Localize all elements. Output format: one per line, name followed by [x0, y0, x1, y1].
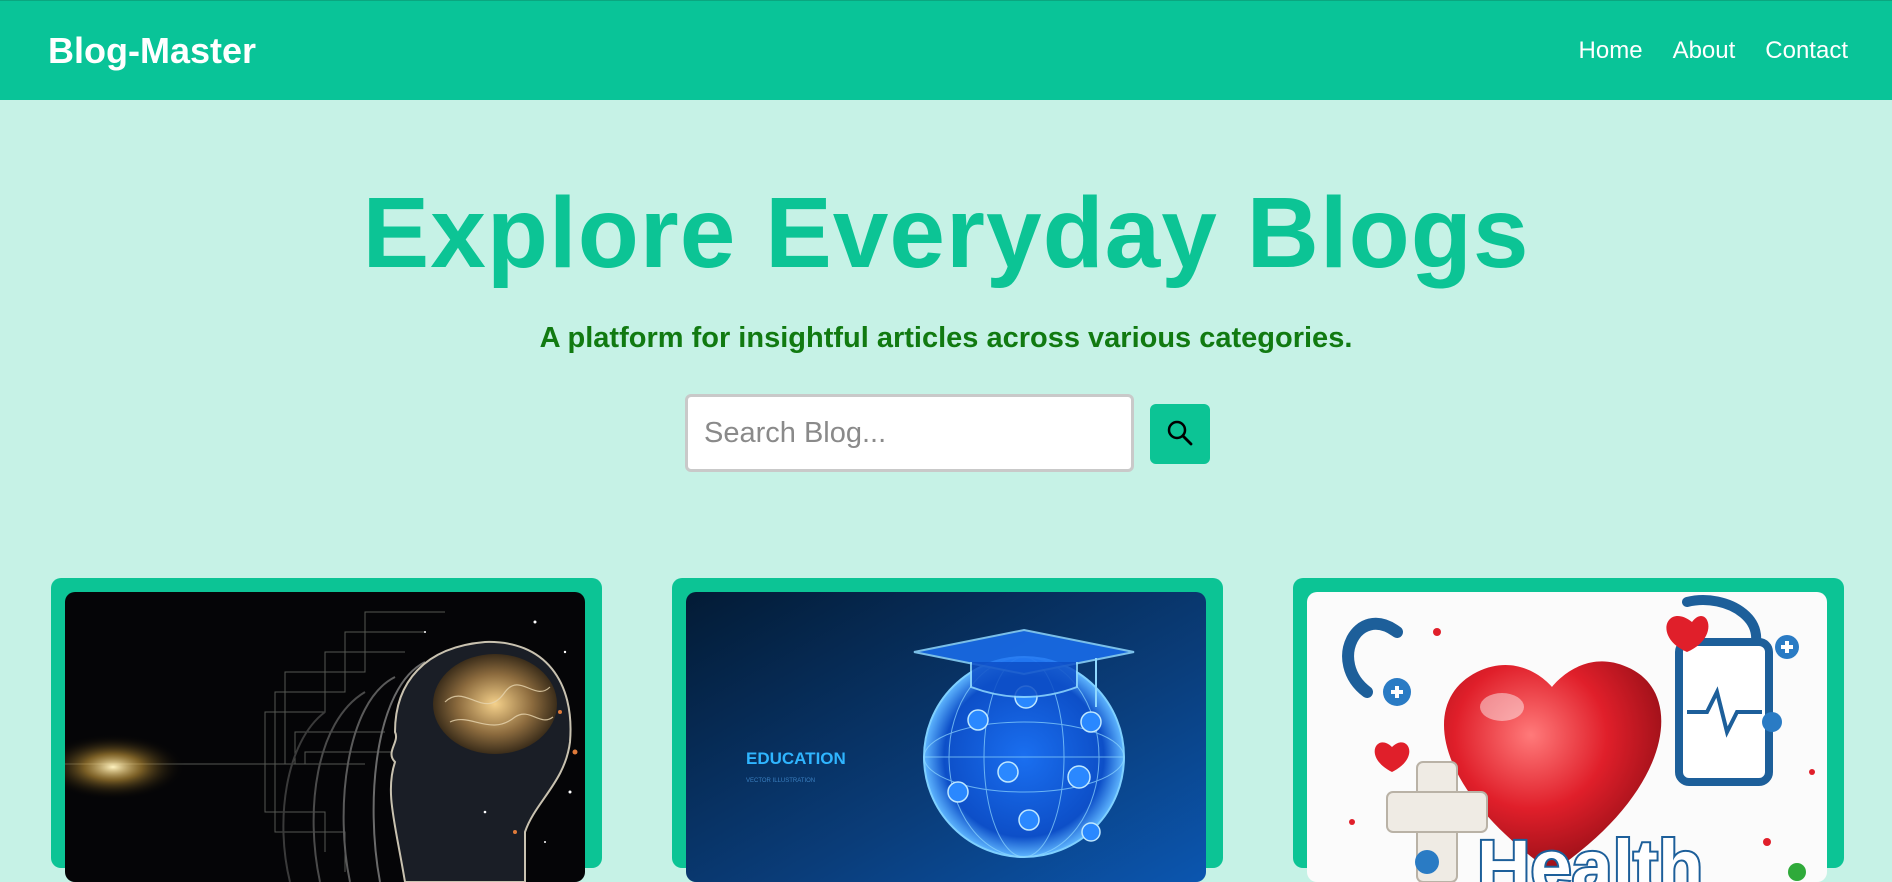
brand-logo[interactable]: Blog-Master — [48, 30, 256, 72]
ai-brain-image[interactable] — [65, 592, 585, 882]
education-image-label: EDUCATION — [746, 749, 846, 768]
search-input[interactable] — [685, 394, 1134, 472]
nav-links: Home About Contact — [1579, 37, 1848, 65]
blog-card-health[interactable]: Health — [1293, 578, 1844, 882]
blog-card-ai[interactable] — [51, 578, 602, 882]
search-button[interactable] — [1150, 404, 1210, 464]
health-image-label: Health — [1477, 825, 1703, 882]
education-image-sublabel: VECTOR ILLUSTRATION — [746, 778, 815, 784]
nav-link-home[interactable]: Home — [1579, 37, 1643, 65]
hero-title: Explore Everyday Blogs — [362, 177, 1530, 289]
health-heart-image[interactable]: Health — [1307, 592, 1827, 882]
hero-subtitle: A platform for insightful articles acros… — [539, 322, 1353, 354]
navbar: Blog-Master Home About Contact — [0, 0, 1892, 100]
blog-card-education[interactable]: EDUCATION VECTOR ILLUSTRATION — [672, 578, 1223, 882]
education-globe-image[interactable]: EDUCATION VECTOR ILLUSTRATION — [686, 592, 1206, 882]
search-icon — [1166, 419, 1194, 450]
nav-link-about[interactable]: About — [1673, 37, 1736, 65]
nav-link-contact[interactable]: Contact — [1765, 37, 1848, 65]
